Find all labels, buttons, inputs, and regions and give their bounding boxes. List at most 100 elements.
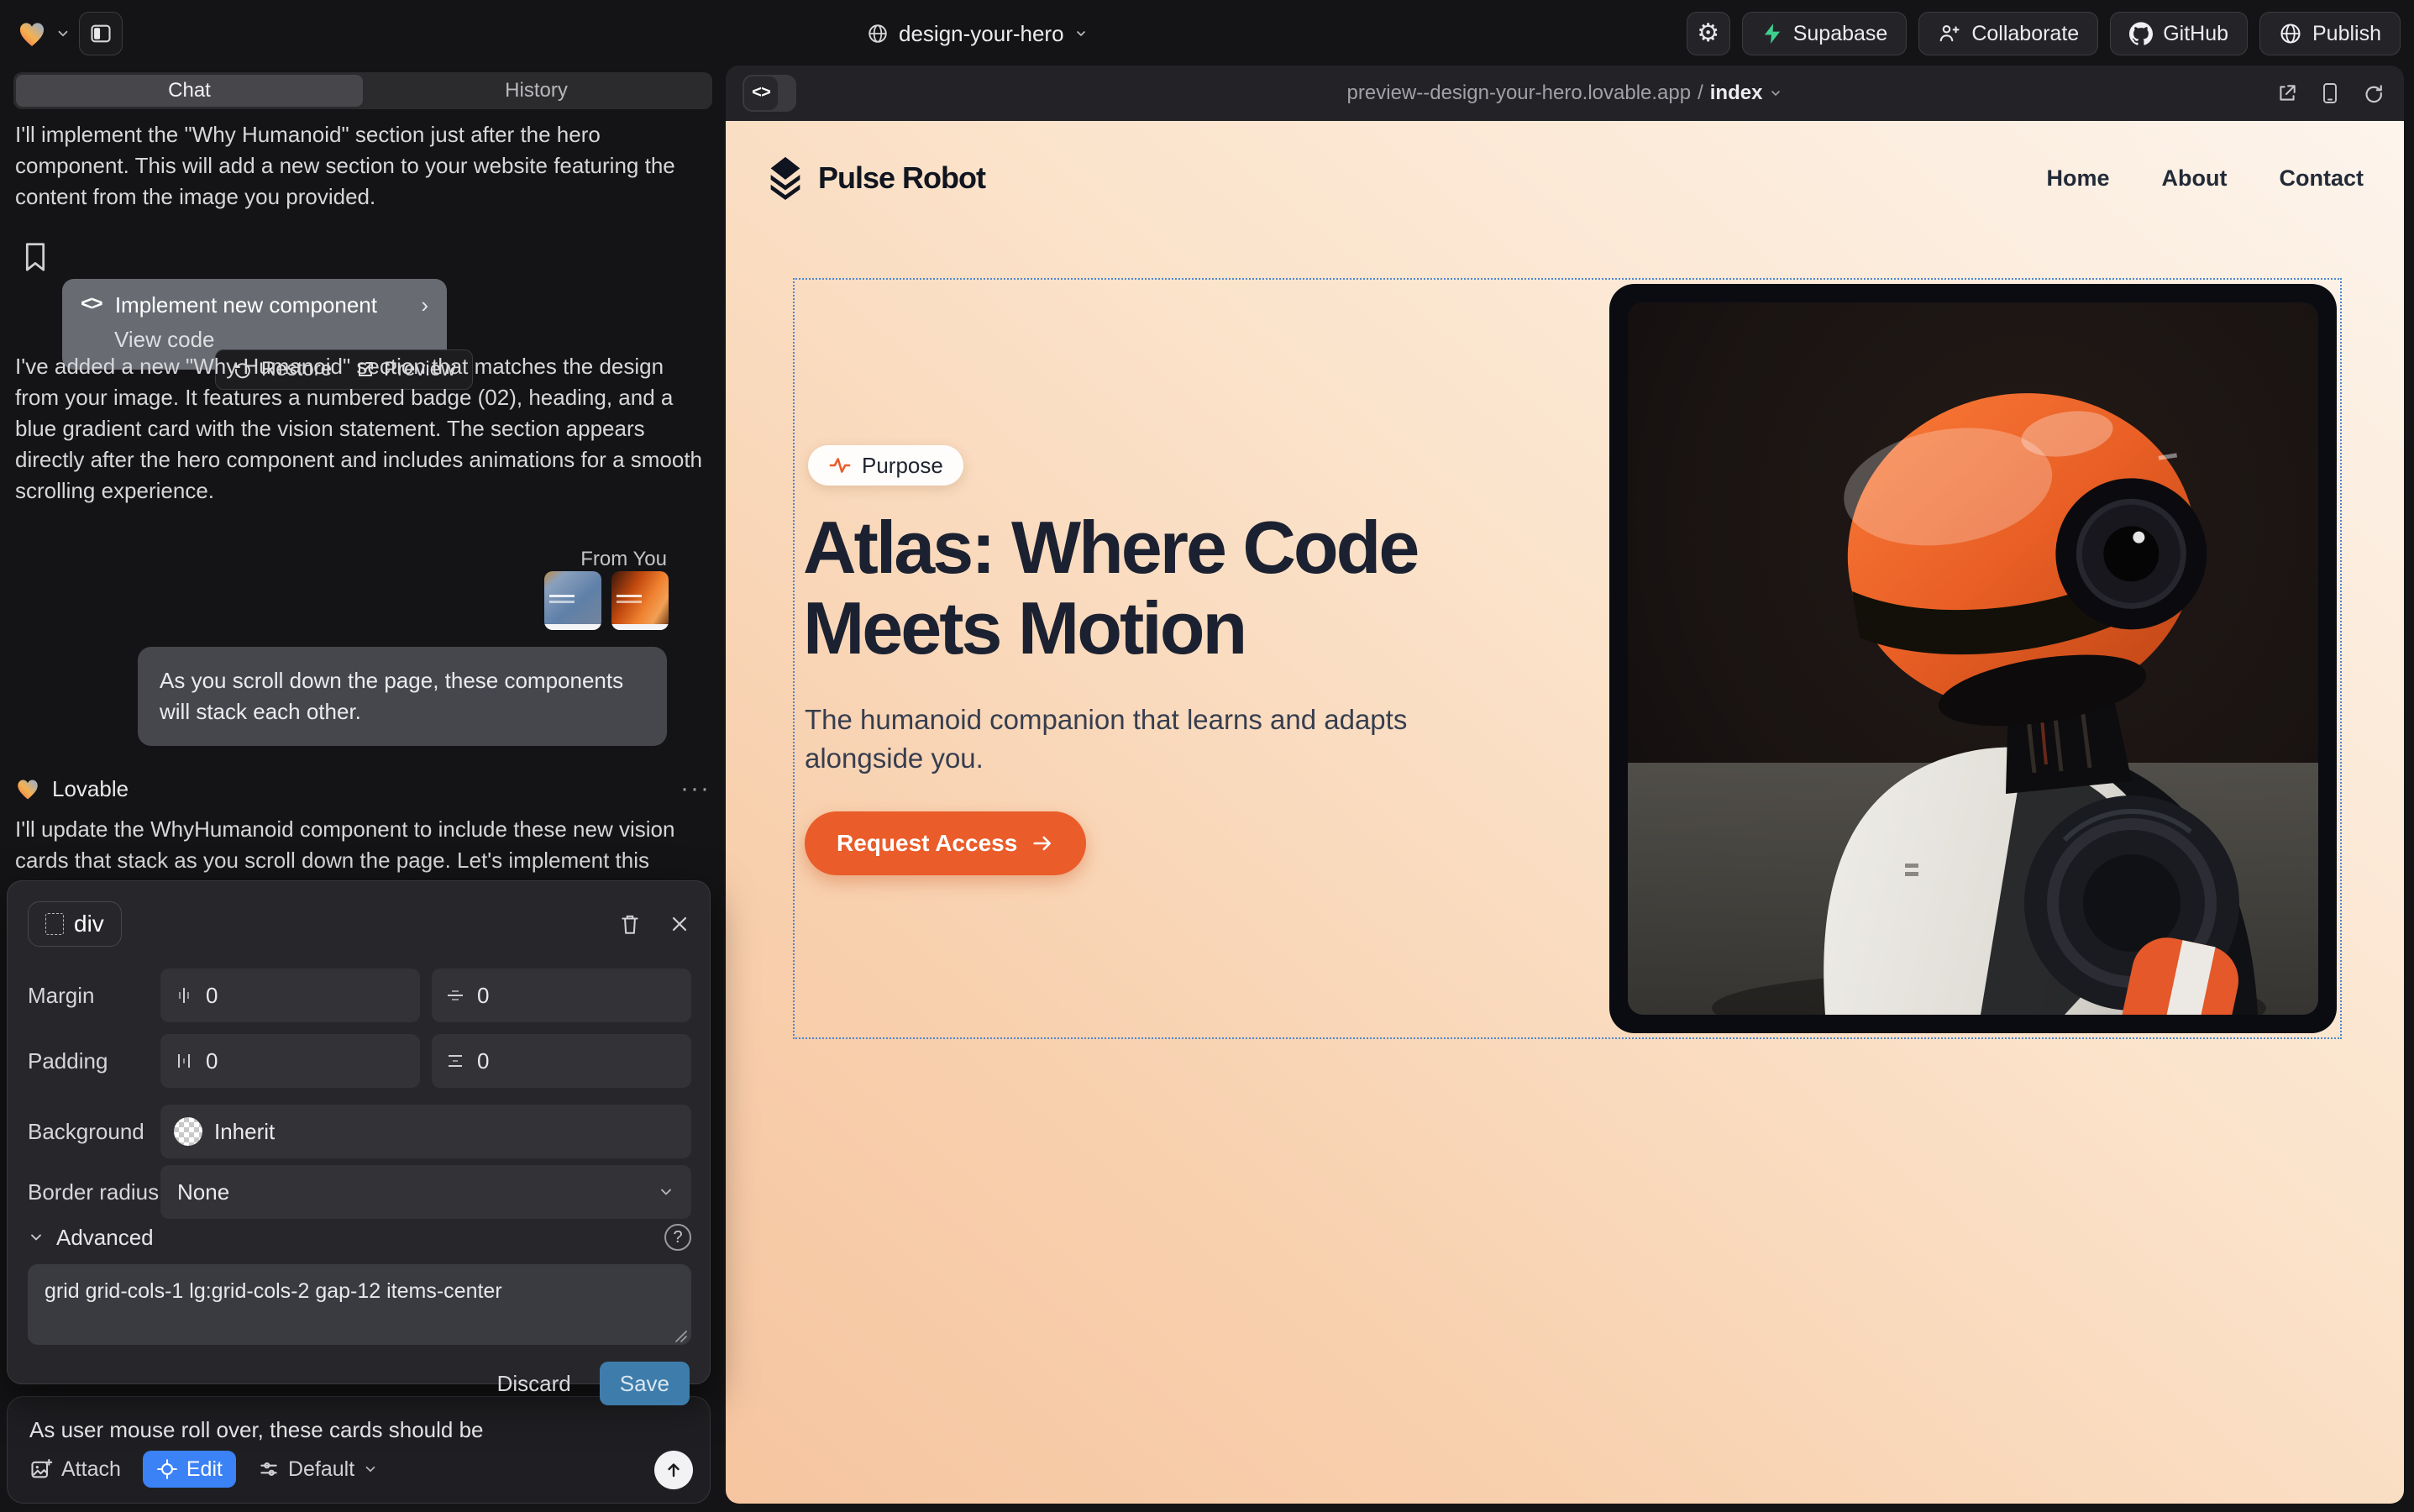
hero-heading: Atlas: Where Code Meets Motion [803, 507, 1417, 669]
supabase-bolt-icon [1761, 23, 1783, 45]
sidebar-tabs: Chat History [13, 72, 712, 109]
collaborate-people-icon [1938, 22, 1961, 45]
pulse-icon [828, 454, 852, 477]
save-button[interactable]: Save [600, 1362, 690, 1405]
background-label: Background [28, 1119, 160, 1145]
edit-mode-button[interactable]: Edit [143, 1451, 236, 1488]
padding-horizontal-icon [174, 1051, 194, 1071]
tailwind-classes-textarea[interactable]: grid grid-cols-1 lg:grid-cols-2 gap-12 i… [28, 1264, 691, 1345]
border-radius-select[interactable]: None [160, 1165, 691, 1219]
site-logo[interactable]: Pulse Robot [766, 155, 985, 201]
supabase-button[interactable]: Supabase [1742, 12, 1908, 55]
delete-element-button[interactable] [619, 912, 641, 936]
selected-element-chip[interactable]: div [28, 901, 122, 947]
mobile-view-button[interactable] [2320, 82, 2340, 104]
close-icon [669, 914, 690, 934]
top-bar: design-your-hero ⚙ Supabase Collaborate … [0, 0, 2414, 67]
chevron-down-icon [1769, 87, 1782, 100]
refresh-icon [2362, 82, 2384, 104]
padding-y-input[interactable]: 0 [432, 1034, 691, 1088]
chevron-down-icon [28, 1229, 45, 1246]
from-you-label: From You [580, 548, 667, 571]
globe-icon [867, 23, 889, 45]
hero-subheading: The humanoid companion that learns and a… [805, 701, 1407, 778]
nav-contact[interactable]: Contact [2280, 165, 2364, 192]
gear-icon: ⚙ [1697, 21, 1719, 46]
attachment-thumbnail-blue[interactable] [544, 571, 601, 630]
github-button[interactable]: GitHub [2110, 12, 2248, 55]
nav-about[interactable]: About [2162, 165, 2228, 192]
bookmark-icon[interactable] [24, 242, 47, 272]
nav-home[interactable]: Home [2047, 165, 2110, 192]
external-link-icon [2276, 82, 2298, 104]
layers-logo-icon [766, 155, 805, 201]
purpose-badge[interactable]: Purpose [808, 445, 963, 486]
help-icon[interactable]: ? [664, 1224, 691, 1251]
component-card-title: Implement new component [115, 292, 377, 318]
margin-vertical-icon [445, 985, 465, 1005]
project-name: design-your-hero [899, 21, 1064, 47]
margin-horizontal-icon [174, 985, 194, 1005]
chat-sidebar: Chat History I'll implement the "Why Hum… [0, 67, 722, 1512]
send-button[interactable] [654, 1451, 693, 1489]
preview-panel: <> preview--design-your-hero.lovable.app… [726, 66, 2404, 1504]
lovable-logo-heart-icon[interactable] [17, 19, 47, 48]
sidebar-toggle-button[interactable] [79, 12, 123, 55]
close-inspector-button[interactable] [669, 914, 690, 934]
padding-x-input[interactable]: 0 [160, 1034, 420, 1088]
open-in-new-tab-button[interactable] [2276, 82, 2298, 104]
publish-button[interactable]: Publish [2259, 12, 2401, 55]
tab-history[interactable]: History [363, 75, 710, 107]
margin-y-input[interactable]: 0 [432, 969, 691, 1022]
chat-input-text[interactable]: As user mouse roll over, these cards sho… [29, 1417, 688, 1443]
preview-url-page: index [1710, 81, 1763, 105]
margin-x-input[interactable]: 0 [160, 969, 420, 1022]
attach-button[interactable]: Attach [29, 1457, 121, 1482]
tab-chat[interactable]: Chat [16, 75, 363, 107]
hero-robot-card [1609, 284, 2337, 1033]
site-canvas: Pulse Robot Home About Contact Purpose A… [726, 121, 2404, 1504]
collaborate-button[interactable]: Collaborate [1918, 12, 2098, 55]
border-radius-label: Border radius [28, 1179, 160, 1205]
lovable-heart-icon [15, 777, 40, 801]
trash-icon [619, 912, 641, 936]
preview-url-bar[interactable]: preview--design-your-hero.lovable.app / … [726, 66, 2404, 121]
chevron-down-icon [1074, 27, 1088, 40]
preview-url-host: preview--design-your-hero.lovable.app [1347, 81, 1692, 105]
project-switcher[interactable]: design-your-hero [867, 0, 1088, 67]
settings-button[interactable]: ⚙ [1687, 12, 1730, 55]
robot-image [1628, 302, 2318, 1015]
phone-icon [2320, 82, 2340, 104]
assistant-message: I'll implement the "Why Humanoid" sectio… [15, 119, 711, 213]
background-input[interactable]: Inherit [160, 1105, 691, 1158]
request-access-button[interactable]: Request Access [805, 811, 1086, 875]
publish-globe-icon [2279, 22, 2302, 45]
assistant-name: Lovable [52, 776, 129, 802]
element-outline-icon [45, 913, 64, 935]
site-nav: Home About Contact [2047, 165, 2364, 192]
padding-label: Padding [28, 1048, 160, 1074]
chevron-down-icon [363, 1462, 378, 1477]
attach-image-icon [29, 1457, 53, 1481]
advanced-section-toggle[interactable]: Advanced ? [28, 1224, 691, 1251]
code-icon: <> [81, 294, 102, 317]
sliders-icon [258, 1458, 280, 1480]
chevron-down-icon[interactable] [55, 26, 71, 41]
more-options-icon[interactable]: ··· [680, 774, 711, 803]
mode-select[interactable]: Default [258, 1457, 378, 1482]
refresh-button[interactable] [2362, 82, 2384, 104]
chevron-down-icon [658, 1184, 674, 1200]
arrow-up-icon [664, 1460, 684, 1480]
discard-button[interactable]: Discard [497, 1371, 571, 1397]
assistant-message: I've added a new "Why Humanoid" section … [15, 351, 711, 507]
chat-input-box[interactable]: As user mouse roll over, these cards sho… [7, 1396, 711, 1504]
padding-vertical-icon [445, 1051, 465, 1071]
arrow-right-icon [1031, 832, 1054, 855]
attachment-thumbnail-orange[interactable] [611, 571, 669, 630]
target-icon [156, 1458, 178, 1480]
element-inspector-panel: div Margin [7, 880, 711, 1384]
github-icon [2129, 22, 2153, 45]
transparency-swatch-icon [174, 1117, 202, 1146]
chevron-right-icon: › [421, 292, 428, 318]
preview-toolbar: <> preview--design-your-hero.lovable.app… [726, 66, 2404, 121]
